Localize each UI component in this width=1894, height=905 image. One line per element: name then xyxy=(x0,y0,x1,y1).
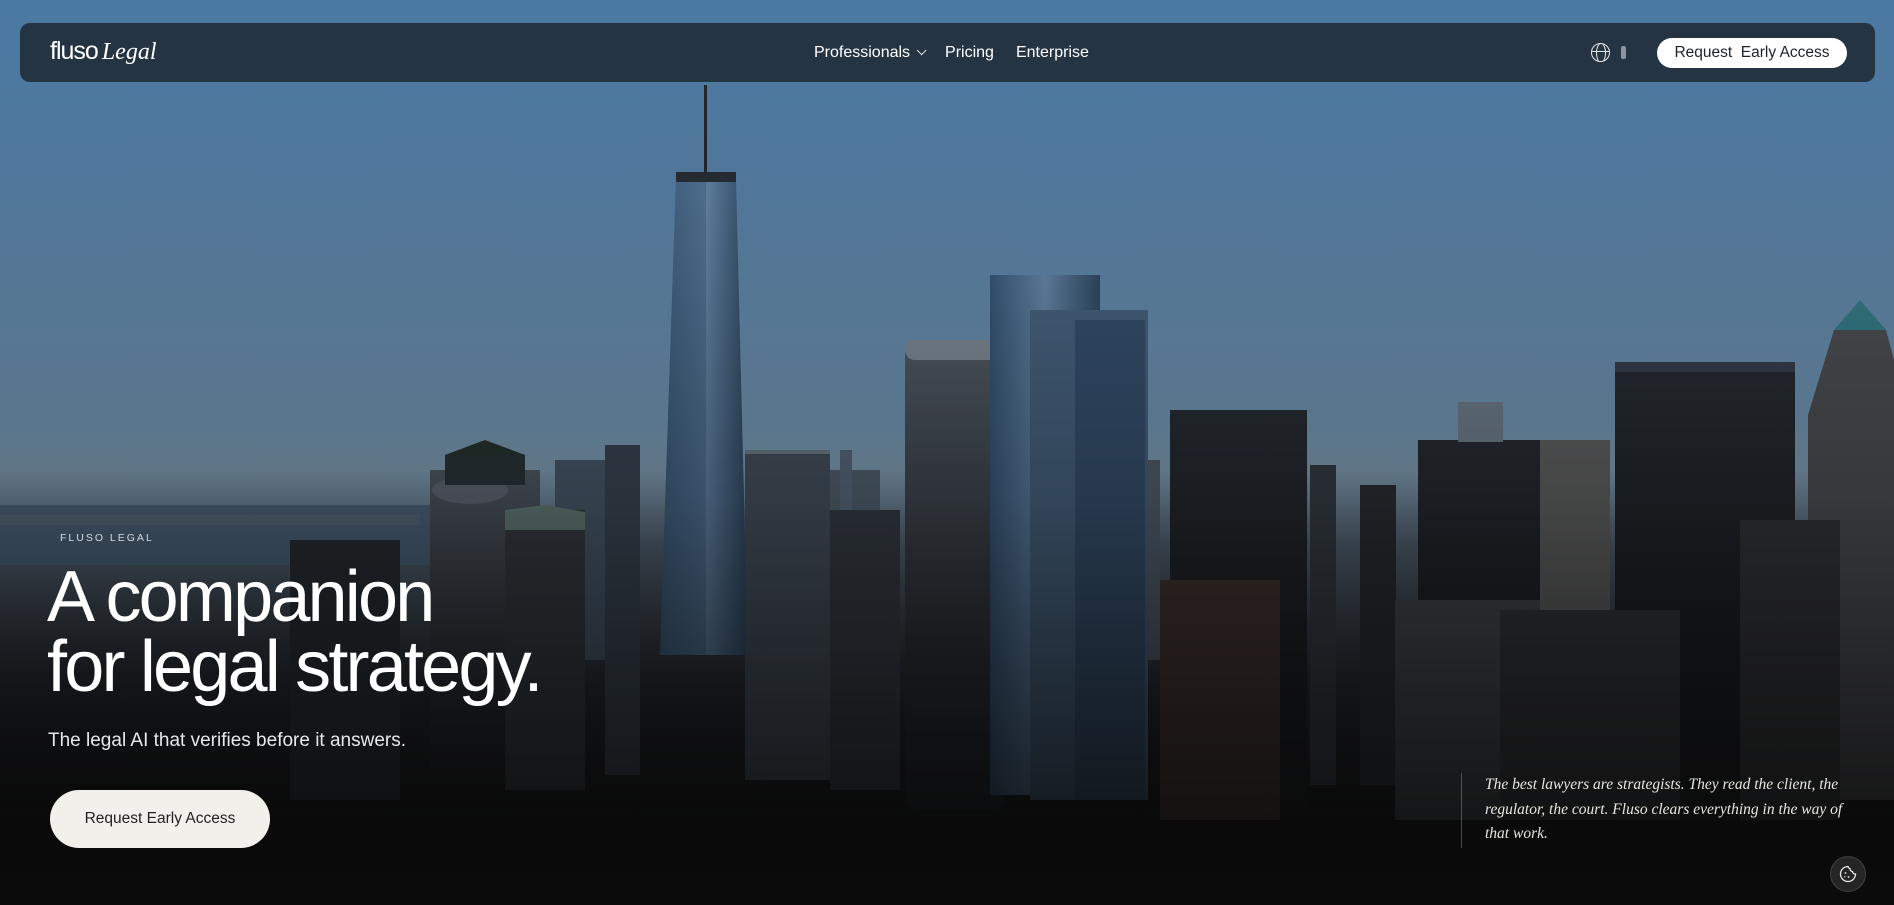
hero-headline-line-2: for legal strategy. xyxy=(47,627,544,707)
hero-quote: The best lawyers are strategists. They r… xyxy=(1461,773,1851,848)
nav-request-access-button[interactable]: Request Early Access xyxy=(1657,38,1847,68)
nav-item-professionals-label: Professionals xyxy=(814,43,911,61)
nav-item-pricing-label: Pricing xyxy=(945,43,994,61)
language-toggle-indicator[interactable] xyxy=(1621,46,1626,59)
hero-request-access-button[interactable]: Request Early Access xyxy=(50,790,270,848)
hero-eyebrow: FLUSO LEGAL xyxy=(60,532,154,544)
cookie-icon xyxy=(1839,865,1857,883)
cookie-settings-button[interactable] xyxy=(1830,856,1866,892)
logo-wordmark: fluso xyxy=(50,37,99,65)
hero-background-image xyxy=(0,0,1894,905)
chevron-down-icon xyxy=(916,45,927,56)
hero-subheadline: The legal AI that verifies before it ans… xyxy=(48,730,407,751)
nav-item-professionals[interactable]: Professionals xyxy=(814,43,927,62)
top-navigation-bar: fluso Legal Professionals Pricing Enterp… xyxy=(20,23,1875,82)
skyline-illustration xyxy=(0,0,1894,905)
nav-item-pricing[interactable]: Pricing xyxy=(945,44,994,62)
hero-headline: A companion for legal strategy. xyxy=(47,557,544,707)
globe-icon[interactable] xyxy=(1591,43,1610,62)
nav-item-enterprise-label: Enterprise xyxy=(1015,43,1089,61)
nav-menu: Professionals Pricing Enterprise xyxy=(814,23,1089,82)
hero-headline-line-1: A companion xyxy=(47,557,435,637)
brand-logo[interactable]: fluso Legal xyxy=(50,37,156,66)
logo-legal-text: Legal xyxy=(101,39,157,65)
nav-item-enterprise[interactable]: Enterprise xyxy=(1016,44,1089,62)
